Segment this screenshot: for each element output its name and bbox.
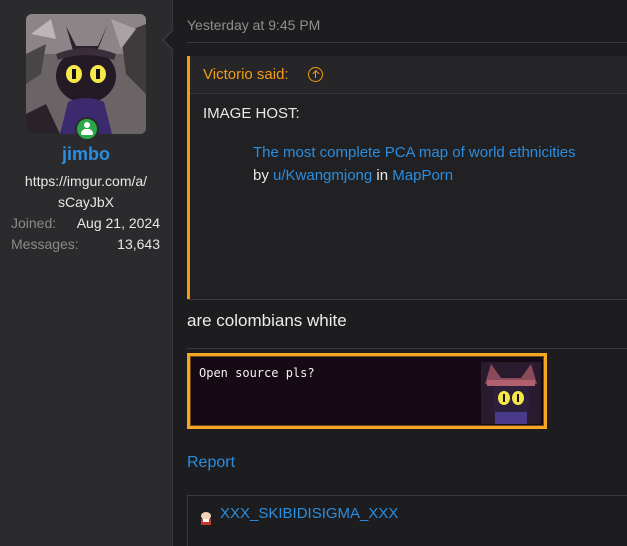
user-title: https://imgur.com/a/ sCayJbX: [0, 171, 172, 213]
embed-in-text: in: [376, 167, 389, 184]
messages-stat: Messages: 13,643: [11, 236, 160, 252]
online-status-icon: [75, 117, 99, 141]
user-title-line1: https://imgur.com/a/: [24, 173, 148, 189]
report-link[interactable]: Report: [187, 454, 235, 472]
embed-subreddit-link[interactable]: MapPorn: [392, 167, 453, 184]
joined-value: Aug 21, 2024: [76, 215, 160, 231]
signature-avatar-icon: [196, 506, 216, 526]
arrow-up-circle-icon[interactable]: [308, 67, 323, 82]
messages-label: Messages:: [11, 236, 79, 252]
quote-author[interactable]: Victorio said:: [203, 66, 289, 83]
arrow-pointer-inner: [164, 31, 173, 49]
signature-block: XXX_SKIBIDISIGMA_XXX: [187, 495, 627, 546]
header-divider: [187, 42, 627, 43]
avatar[interactable]: [26, 14, 146, 134]
quote-divider: [187, 299, 627, 300]
post-body-text: are colombians white: [187, 311, 347, 330]
username-link[interactable]: jimbo: [0, 144, 172, 165]
quote-header: Victorio said:: [190, 56, 627, 94]
quote-block: Victorio said: IMAGE HOST: The most comp…: [187, 56, 627, 299]
message-user-column: jimbo https://imgur.com/a/ sCayJbX Joine…: [0, 0, 172, 546]
dialog-inner: Open source pls?: [190, 356, 544, 426]
joined-label: Joined:: [11, 215, 57, 231]
body-divider: [187, 348, 627, 349]
user-title-line2: sCayJbX: [57, 194, 115, 210]
quote-text: IMAGE HOST:: [203, 105, 300, 122]
embed-byline: by u/Kwangmjong in MapPorn: [253, 167, 453, 184]
embed-user-link[interactable]: u/Kwangmjong: [273, 167, 372, 184]
dialog-text: Open source pls?: [199, 366, 315, 380]
embed-title-link[interactable]: The most complete PCA map of world ethni…: [253, 144, 576, 161]
dialog-box-image: Open source pls?: [187, 353, 547, 429]
signature-link[interactable]: XXX_SKIBIDISIGMA_XXX: [220, 505, 398, 522]
joined-stat: Joined: Aug 21, 2024: [11, 215, 160, 231]
embed-by-text: by: [253, 167, 269, 184]
post-timestamp[interactable]: Yesterday at 9:45 PM: [187, 17, 320, 33]
cat-face-icon: [481, 362, 541, 424]
messages-value: 13,643: [117, 236, 160, 252]
